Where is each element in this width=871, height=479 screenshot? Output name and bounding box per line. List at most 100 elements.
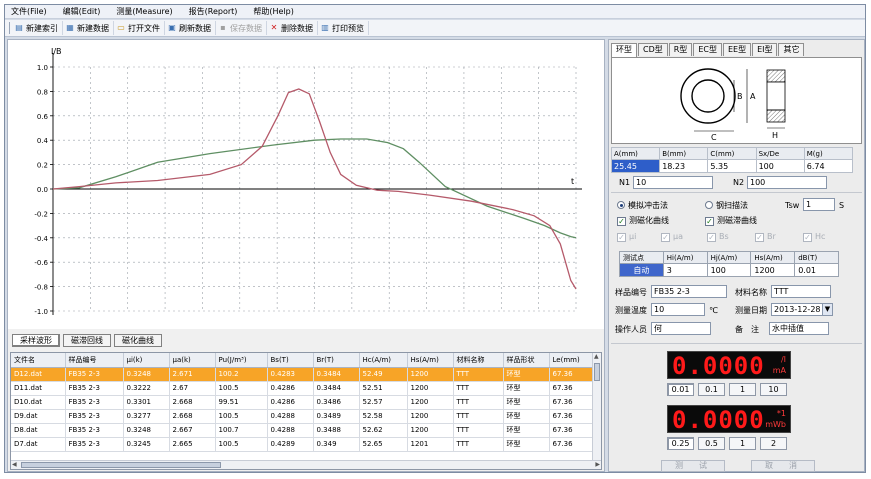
temperature-input[interactable]: 10 xyxy=(651,303,705,316)
refresh-data-button[interactable]: ▣ 刷新数据 xyxy=(165,21,216,35)
new-data-button[interactable]: ▦ 新建数据 xyxy=(63,21,114,35)
table-row[interactable]: D11.dat FB35 2-3 0.3222 2.67 100.5 0.4286 0.34… xyxy=(11,381,594,396)
current-range-0[interactable]: 0.01 xyxy=(667,383,694,396)
checkbox-checked-icon[interactable]: ✓ xyxy=(705,217,714,226)
dim-m-value[interactable]: 6.74 xyxy=(803,159,854,173)
delete-data-button[interactable]: ✕ 删除数据 xyxy=(267,21,318,35)
horizontal-scroll-thumb[interactable] xyxy=(21,462,221,468)
table-row[interactable]: D12.dat FB35 2-3 0.3248 2.671 100.2 0.4283 0.3… xyxy=(11,367,594,382)
note-input[interactable]: 水中插值 xyxy=(769,322,829,335)
tab-shape-ee[interactable]: EE型 xyxy=(722,43,752,56)
option-mua[interactable]: ✓ μa xyxy=(661,231,683,243)
meas-hj-value[interactable]: 100 xyxy=(706,263,752,277)
table-col-header[interactable]: 文件名 xyxy=(11,353,66,368)
menu-report[interactable]: 报告(Report) xyxy=(185,5,250,18)
tab-shape-other[interactable]: 其它 xyxy=(778,43,805,56)
tab-shape-ec[interactable]: EC型 xyxy=(693,43,722,56)
print-preview-button[interactable]: ▥ 打印预览 xyxy=(318,21,369,35)
table-col-header[interactable]: Hs(A/m) xyxy=(407,353,454,368)
scan-radio-icon[interactable] xyxy=(705,201,713,209)
table-col-header[interactable]: Hc(A/m) xyxy=(359,353,408,368)
table-cell: 环型 xyxy=(503,437,550,452)
horizontal-scrollbar[interactable]: ◀ ▶ xyxy=(11,460,601,469)
meas-db-value[interactable]: 0.01 xyxy=(794,263,839,277)
impulse-method-option[interactable]: 模拟冲击法 xyxy=(617,200,668,212)
scan-method-option[interactable]: 钢扫描法 xyxy=(705,200,748,212)
hysteresis-curve-option[interactable]: ✓ 测磁滞曲线 xyxy=(705,215,757,227)
n2-input[interactable]: 100 xyxy=(747,176,827,189)
tab-magnetization-curve[interactable]: 磁化曲线 xyxy=(114,334,162,347)
current-range-3[interactable]: 10 xyxy=(760,383,787,396)
table-col-header[interactable]: Br(T) xyxy=(313,353,360,368)
impulse-radio-icon[interactable] xyxy=(617,201,625,209)
material-input[interactable]: TTT xyxy=(771,285,831,298)
flux-range-0[interactable]: 0.25 xyxy=(667,437,694,450)
tab-shape-ring[interactable]: 环型 xyxy=(611,43,637,58)
flux-range-2[interactable]: 1 xyxy=(729,437,756,450)
checkbox-disabled-icon[interactable]: ✓ xyxy=(661,233,670,242)
option-hc[interactable]: ✓ Hc xyxy=(803,231,825,243)
flux-range-3[interactable]: 2 xyxy=(760,437,787,450)
meas-hs-value[interactable]: 1200 xyxy=(750,263,796,277)
measure-header-row: 测试点 Hi(A/m) Hj(A/m) Hs(A/m) dB(T) xyxy=(619,251,839,264)
save-data-button[interactable]: ▪ 保存数据 xyxy=(216,21,267,35)
table-row[interactable]: D8.dat FB35 2-3 0.3248 2.667 100.7 0.4288 0.34… xyxy=(11,423,594,438)
magnetization-curve-option[interactable]: ✓ 测磁化曲线 xyxy=(617,215,669,227)
option-mui[interactable]: ✓ μi xyxy=(617,231,636,243)
tab-shape-r[interactable]: R型 xyxy=(668,43,693,56)
open-file-button[interactable]: ▭ 打开文件 xyxy=(114,21,165,35)
table-row[interactable]: D9.dat FB35 2-3 0.3277 2.668 100.5 0.4288 0.34… xyxy=(11,409,594,424)
checkbox-disabled-icon[interactable]: ✓ xyxy=(803,233,812,242)
table-cell: 1200 xyxy=(407,381,454,396)
table-col-header[interactable]: μa(k) xyxy=(169,353,216,368)
meas-point-value[interactable]: 自动 xyxy=(619,263,664,277)
vertical-scroll-thumb[interactable] xyxy=(594,363,600,381)
menu-edit[interactable]: 编辑(Edit) xyxy=(59,5,113,18)
table-col-header[interactable]: Pu(J/m³) xyxy=(215,353,268,368)
scroll-left-icon[interactable]: ◀ xyxy=(12,461,17,469)
tab-hysteresis-loop[interactable]: 磁滞回线 xyxy=(63,334,111,347)
meas-hi-value[interactable]: 3 xyxy=(662,263,708,277)
operator-input[interactable]: 何 xyxy=(651,322,711,335)
option-bs[interactable]: ✓ Bs xyxy=(707,231,729,243)
option-br[interactable]: ✓ Br xyxy=(755,231,776,243)
scroll-up-icon[interactable]: ▲ xyxy=(594,353,599,361)
new-index-button[interactable]: ▤ 新建索引 xyxy=(12,21,63,35)
menu-help[interactable]: 帮助(Help) xyxy=(249,5,305,18)
table-col-header[interactable]: Bs(T) xyxy=(267,353,314,368)
tab-shape-ei[interactable]: EI型 xyxy=(752,43,778,56)
table-row[interactable]: D10.dat FB35 2-3 0.3301 2.668 99.51 0.4286 0.3… xyxy=(11,395,594,410)
magnetization-curve-label: 测磁化曲线 xyxy=(629,216,669,225)
table-cell: TTT xyxy=(453,381,504,396)
current-range-2[interactable]: 1 xyxy=(729,383,756,396)
checkbox-disabled-icon[interactable]: ✓ xyxy=(617,233,626,242)
method-group xyxy=(611,192,862,193)
table-col-header[interactable]: Le(mm) xyxy=(549,353,594,368)
menu-file[interactable]: 文件(File) xyxy=(7,5,59,18)
cancel-button[interactable]: 取 消 xyxy=(751,460,815,472)
tsw-input[interactable]: 1 xyxy=(803,198,835,211)
dim-c-value[interactable]: 5.35 xyxy=(707,159,757,173)
dim-sx-value[interactable]: 100 xyxy=(755,159,805,173)
checkbox-disabled-icon[interactable]: ✓ xyxy=(707,233,716,242)
tab-shape-cd[interactable]: CD型 xyxy=(638,43,668,56)
table-row[interactable]: D7.dat FB35 2-3 0.3245 2.665 100.5 0.4289 0.34… xyxy=(11,437,594,452)
tab-sampling-waveform[interactable]: 采样波形 xyxy=(12,334,60,347)
table-col-header[interactable]: 样品编号 xyxy=(65,353,124,368)
menu-measure[interactable]: 测量(Measure) xyxy=(112,5,184,18)
table-col-header[interactable]: μi(k) xyxy=(123,353,170,368)
checkbox-checked-icon[interactable]: ✓ xyxy=(617,217,626,226)
test-button[interactable]: 测 试 xyxy=(661,460,725,472)
date-dropdown-icon[interactable]: ▼ xyxy=(822,304,832,315)
current-range-1[interactable]: 0.1 xyxy=(698,383,725,396)
vertical-scrollbar[interactable]: ▲ xyxy=(592,353,601,461)
dim-a-value[interactable]: 25.45 xyxy=(610,159,661,173)
checkbox-disabled-icon[interactable]: ✓ xyxy=(755,233,764,242)
table-col-header[interactable]: 材料名称 xyxy=(453,353,504,368)
n1-input[interactable]: 10 xyxy=(633,176,713,189)
flux-range-1[interactable]: 0.5 xyxy=(698,437,725,450)
sample-id-input[interactable]: FB35 2-3 xyxy=(651,285,727,298)
scroll-right-icon[interactable]: ▶ xyxy=(595,461,600,469)
dim-b-value[interactable]: 18.23 xyxy=(659,159,709,173)
table-col-header[interactable]: 样品形状 xyxy=(503,353,550,368)
